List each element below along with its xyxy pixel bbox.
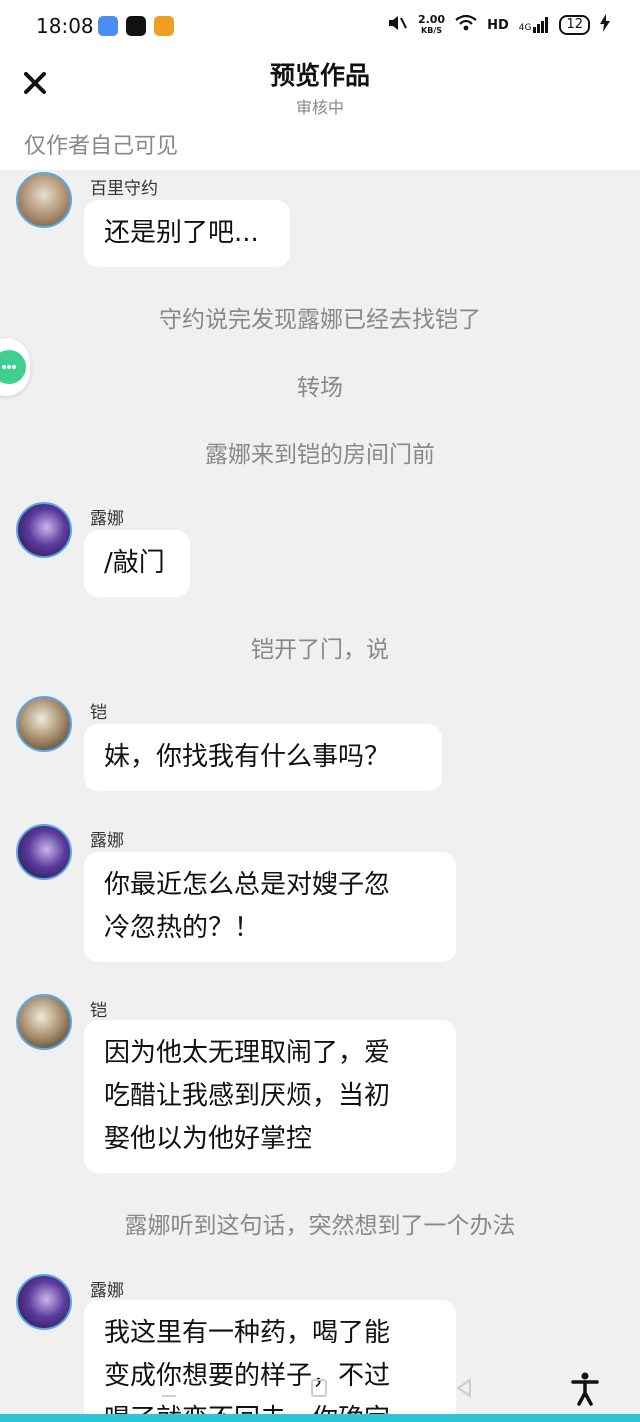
network-speed-unit: KB/S [421,26,442,35]
header: 预览作品 审核中 仅作者自己可见 [0,56,640,170]
avatar[interactable] [16,1274,72,1330]
network-speed: 2.00 KB/S [418,14,445,36]
sender-name: 铠 [90,703,107,723]
hd-label: HD [487,17,509,33]
accessibility-icon[interactable] [570,1372,600,1406]
message-bubble[interactable]: 因为他太无理取闹了，爱 吃醋让我感到厌烦，当初 娶他以为他好掌控 [84,1020,456,1173]
cell-signal-icon: 4G [519,17,550,33]
narration-text: 露娜来到铠的房间门前 [205,442,435,468]
message-line: 还是别了吧... [104,218,259,248]
sender-name: 百里守约 [90,179,158,199]
message-bubble[interactable]: 还是别了吧... [84,200,290,267]
message-bubble[interactable]: /敲门 [84,530,190,597]
weibo-icon [154,16,174,36]
message-bubble[interactable]: 你最近怎么总是对嫂子忽 冷忽热的？！ [84,852,456,962]
page-title: 预览作品 [269,61,370,90]
message-line: 你最近怎么总是对嫂子忽 [104,870,391,900]
sender-name: 铠 [90,1001,107,1021]
message-line: /敲门 [104,548,165,578]
avatar[interactable] [16,824,72,880]
chat-bubble-icon [0,350,26,384]
message-line: 冷忽热的？！ [104,913,261,943]
status-indicators: 2.00 KB/S HD 4G 12 [386,14,610,36]
message-line: 我这里有一种药，喝了能 [104,1318,391,1348]
wifi-icon [455,14,477,36]
nav-back-icon[interactable] [454,1376,474,1404]
message-bubble[interactable]: 妹，你找我有什么事吗？ [84,724,442,791]
narration-text: 守约说完发现露娜已经去找铠了 [159,307,481,333]
narration-text: 露娜听到这句话，突然想到了一个办法 [124,1213,516,1239]
visibility-note: 仅作者自己可见 [24,134,179,159]
notification-icons [98,16,174,36]
sender-name: 露娜 [90,831,124,851]
message-line: 妹，你找我有什么事吗？ [104,742,391,772]
system-nav-overlay [0,1372,640,1412]
narration-text: 铠开了门，说 [251,637,389,663]
status-time: 18:08 [36,14,94,38]
status-bar: 18:08 2.00 KB/S HD 4G 12 [0,0,640,56]
chat-list[interactable]: 百里守约 还是别了吧... 守约说完发现露娜已经去找铠了 转场 露娜来到铠的房间… [0,170,640,1422]
network-speed-value: 2.00 [417,13,446,26]
app-notification-icon-blue [98,16,118,36]
message-line: 吃醋让我感到厌烦，当初 [104,1081,391,1111]
sender-name: 露娜 [90,509,124,529]
charging-icon [600,14,610,36]
mute-vibrate-icon [386,14,408,36]
nav-menu-icon[interactable] [160,1376,178,1404]
nav-home-icon[interactable] [310,1376,328,1404]
narration-text: 转场 [297,375,343,401]
avatar[interactable] [16,994,72,1050]
sender-name: 露娜 [90,1281,124,1301]
review-status: 审核中 [295,98,344,117]
avatar[interactable] [16,502,72,558]
avatar[interactable] [16,696,72,752]
message-line: 因为他太无理取闹了，爱 [104,1038,391,1068]
battery-indicator: 12 [559,15,590,35]
avatar[interactable] [16,172,72,228]
cell-type: 4G [518,23,532,33]
tiktok-icon [126,16,146,36]
message-line: 娶他以为他好掌控 [104,1124,313,1154]
bottom-accent-bar [0,1414,640,1422]
